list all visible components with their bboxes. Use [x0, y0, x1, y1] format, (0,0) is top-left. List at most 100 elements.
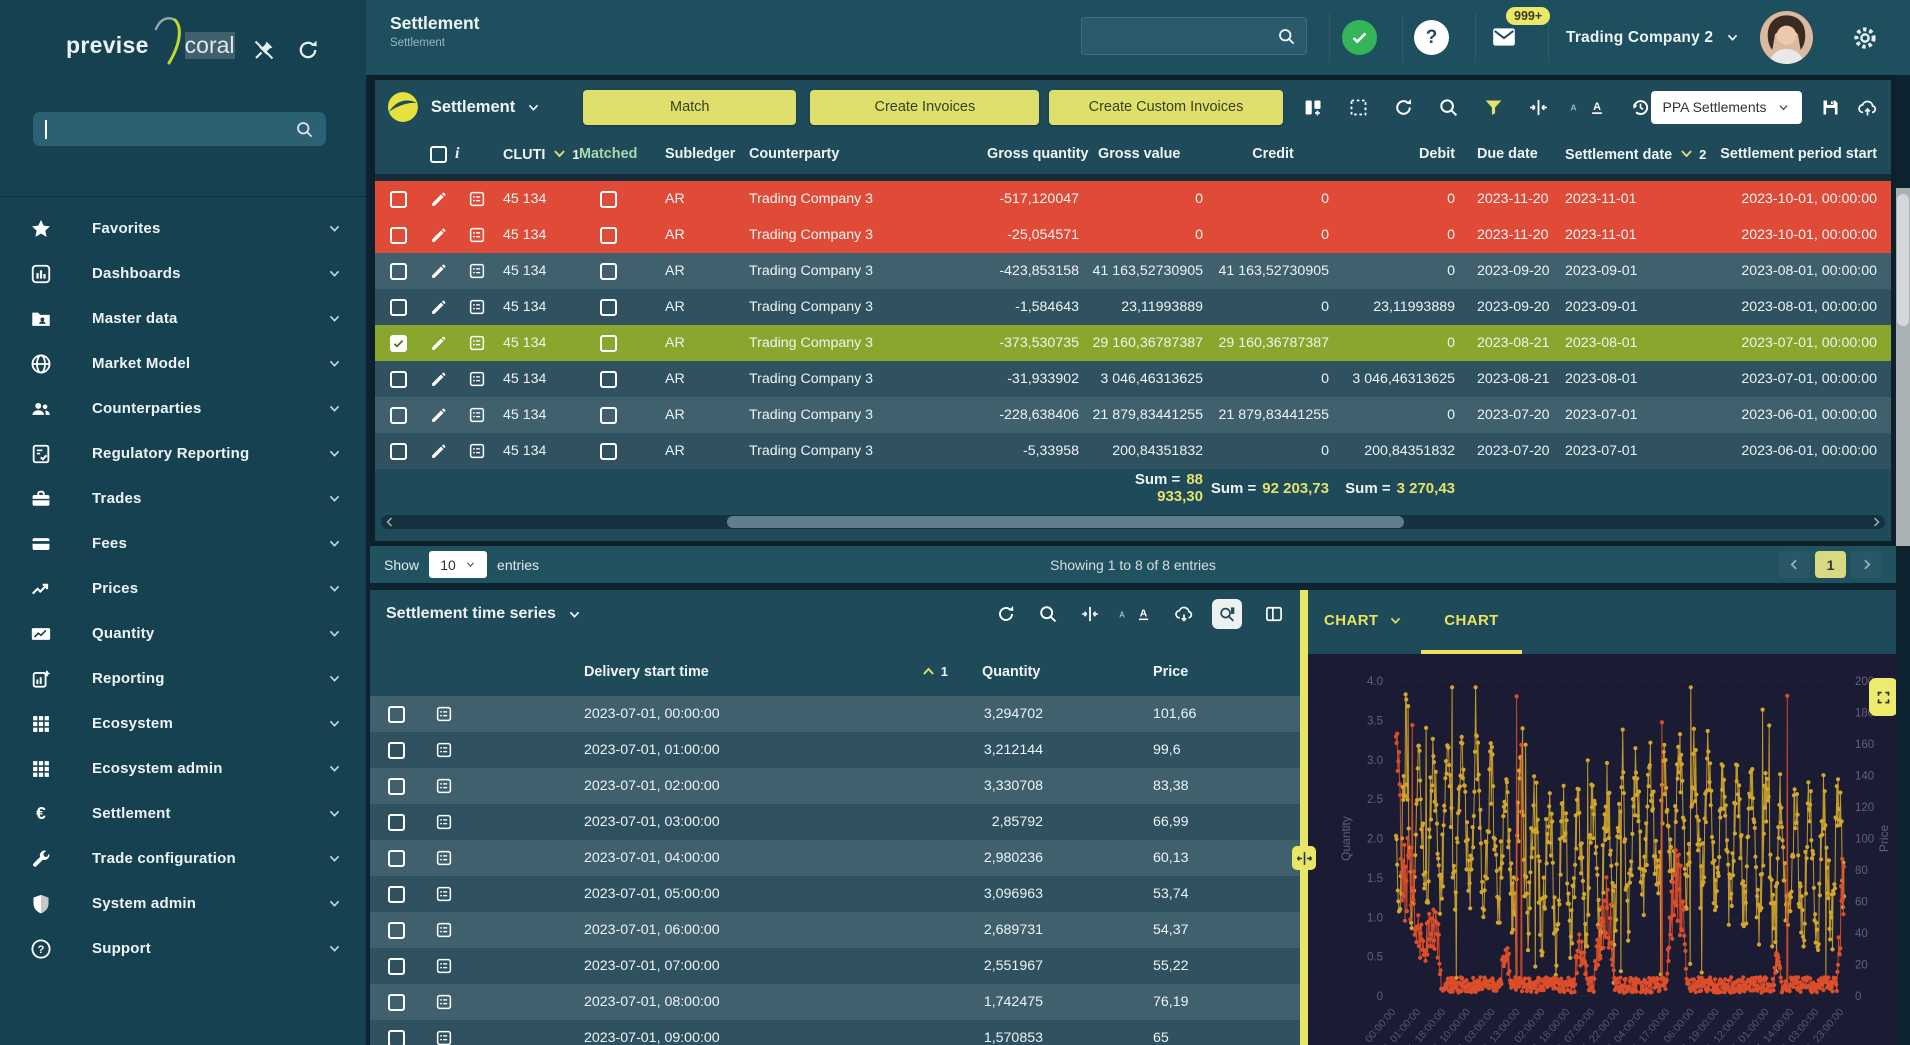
- font-size-icon[interactable]: A: [1567, 99, 1580, 115]
- list-item[interactable]: 2023-07-01, 04:00:002,98023660,13: [370, 840, 1300, 876]
- create-custom-invoices-button[interactable]: Create Custom Invoices: [1049, 90, 1282, 125]
- details-icon[interactable]: [435, 849, 453, 867]
- scroll-left-icon[interactable]: [384, 516, 396, 528]
- details-icon[interactable]: [435, 813, 453, 831]
- matched-checkbox[interactable]: [600, 227, 617, 244]
- status-ok-button[interactable]: [1342, 20, 1377, 55]
- sidebar-item-ecosystem-admin[interactable]: Ecosystem admin: [0, 746, 366, 791]
- sidebar-item-favorites[interactable]: Favorites: [0, 206, 366, 251]
- sidebar-item-market-model[interactable]: Market Model: [0, 341, 366, 386]
- table-row[interactable]: 45 134ARTrading Company 3-31,9339023 046…: [375, 361, 1891, 397]
- details-icon[interactable]: [435, 705, 453, 723]
- sidebar-item-settlement[interactable]: €Settlement: [0, 791, 366, 836]
- row-checkbox[interactable]: [390, 371, 407, 388]
- row-checkbox[interactable]: [388, 706, 405, 723]
- sidebar-item-fees[interactable]: Fees: [0, 521, 366, 566]
- col-matched[interactable]: Matched: [579, 146, 637, 162]
- sidebar-item-support[interactable]: ?Support: [0, 926, 366, 971]
- table-row[interactable]: 45 134ARTrading Company 3-423,85315841 1…: [375, 253, 1891, 289]
- create-invoices-button[interactable]: Create Invoices: [810, 90, 1039, 125]
- font-color-icon[interactable]: A: [1588, 97, 1606, 118]
- refresh-icon[interactable]: [1393, 97, 1414, 118]
- sidebar-item-regulatory-reporting[interactable]: Regulatory Reporting: [0, 431, 366, 476]
- col-credit[interactable]: Credit: [1205, 146, 1341, 162]
- edit-pencil-icon[interactable]: [430, 407, 447, 424]
- sidebar-item-ecosystem[interactable]: Ecosystem: [0, 701, 366, 746]
- save-icon[interactable]: [1820, 97, 1841, 118]
- details-icon[interactable]: [468, 442, 486, 460]
- chevron-down-icon[interactable]: [567, 607, 582, 622]
- sidebar-refresh-icon[interactable]: [296, 38, 320, 62]
- details-icon[interactable]: [468, 370, 486, 388]
- sidebar-item-trade-configuration[interactable]: Trade configuration: [0, 836, 366, 881]
- details-icon[interactable]: [468, 406, 486, 424]
- row-checkbox[interactable]: [388, 778, 405, 795]
- list-item[interactable]: 2023-07-01, 08:00:001,74247576,19: [370, 984, 1300, 1020]
- row-checkbox[interactable]: [390, 263, 407, 280]
- table-row[interactable]: 45 134ARTrading Company 3-1,58464323,119…: [375, 289, 1891, 325]
- chevron-down-icon[interactable]: [526, 100, 541, 115]
- page-size-select[interactable]: 10: [429, 551, 487, 578]
- global-search[interactable]: [1081, 17, 1307, 55]
- collapse-columns-icon[interactable]: [1528, 97, 1549, 118]
- list-item[interactable]: 2023-07-01, 07:00:002,55196755,22: [370, 948, 1300, 984]
- matched-checkbox[interactable]: [600, 263, 617, 280]
- sidebar-search-input[interactable]: [33, 112, 326, 146]
- details-icon[interactable]: [468, 262, 486, 280]
- fullscreen-button[interactable]: [1869, 678, 1896, 716]
- list-item[interactable]: 2023-07-01, 09:00:001,57085365: [370, 1020, 1300, 1045]
- font-color-icon[interactable]: A: [1135, 604, 1152, 624]
- row-checkbox[interactable]: [388, 850, 405, 867]
- row-checkbox[interactable]: [390, 227, 407, 244]
- col-counterparty[interactable]: Counterparty: [749, 146, 987, 162]
- details-icon[interactable]: [435, 921, 453, 939]
- edit-pencil-icon[interactable]: [430, 299, 447, 316]
- row-checkbox[interactable]: [388, 922, 405, 939]
- edit-pencil-icon[interactable]: [430, 191, 447, 208]
- sidebar-item-counterparties[interactable]: Counterparties: [0, 386, 366, 431]
- edit-pencil-icon[interactable]: [430, 263, 447, 280]
- details-icon[interactable]: [435, 957, 453, 975]
- sidebar-item-trades[interactable]: Trades: [0, 476, 366, 521]
- details-icon[interactable]: [435, 741, 453, 759]
- row-checkbox[interactable]: [390, 443, 407, 460]
- table-row[interactable]: 45 134ARTrading Company 3-373,53073529 1…: [375, 325, 1891, 361]
- avatar[interactable]: [1760, 11, 1813, 64]
- col-due-date[interactable]: Due date: [1467, 146, 1551, 162]
- font-size-icon[interactable]: A: [1116, 607, 1128, 622]
- global-search-input[interactable]: [1092, 27, 1277, 45]
- edit-pencil-icon[interactable]: [430, 371, 447, 388]
- search-icon[interactable]: [1038, 604, 1058, 624]
- panel-divider[interactable]: [1300, 590, 1308, 1045]
- list-item[interactable]: 2023-07-01, 03:00:002,8579266,99: [370, 804, 1300, 840]
- search-columns-button[interactable]: [1212, 599, 1242, 629]
- details-icon[interactable]: [468, 298, 486, 316]
- details-icon[interactable]: [468, 334, 486, 352]
- vertical-scrollbar[interactable]: [1896, 188, 1910, 546]
- matched-checkbox[interactable]: [600, 335, 617, 352]
- chart-plot[interactable]: 00.51.01.52.02.53.03.54.0020406080100120…: [1308, 654, 1896, 1045]
- chart-dropdown[interactable]: CHART: [1324, 612, 1403, 629]
- filter-funnel-icon[interactable]: [1483, 97, 1504, 118]
- row-checkbox[interactable]: [390, 335, 407, 352]
- col-quantity[interactable]: Quantity: [948, 664, 1056, 696]
- edit-pencil-icon[interactable]: [430, 335, 447, 352]
- resize-handle[interactable]: [1292, 846, 1316, 870]
- sidebar-item-quantity[interactable]: Quantity: [0, 611, 366, 656]
- details-icon[interactable]: [435, 1029, 453, 1045]
- company-dropdown[interactable]: Trading Company 2: [1566, 0, 1740, 75]
- sidebar-item-prices[interactable]: Prices: [0, 566, 366, 611]
- col-debit[interactable]: Debit: [1341, 146, 1467, 162]
- col-price[interactable]: Price: [1056, 664, 1300, 696]
- scroll-right-icon[interactable]: [1870, 516, 1882, 528]
- scrollbar-thumb[interactable]: [727, 516, 1404, 528]
- list-item[interactable]: 2023-07-01, 00:00:003,294702101,66: [370, 696, 1300, 732]
- details-icon[interactable]: [435, 777, 453, 795]
- matched-checkbox[interactable]: [600, 191, 617, 208]
- match-button[interactable]: Match: [583, 90, 796, 125]
- row-checkbox[interactable]: [388, 742, 405, 759]
- mail-icon[interactable]: [1488, 24, 1520, 50]
- table-row[interactable]: 45 134ARTrading Company 3-517,1200470002…: [375, 181, 1891, 217]
- details-icon[interactable]: [468, 190, 486, 208]
- table-row[interactable]: 45 134ARTrading Company 3-25,05457100020…: [375, 217, 1891, 253]
